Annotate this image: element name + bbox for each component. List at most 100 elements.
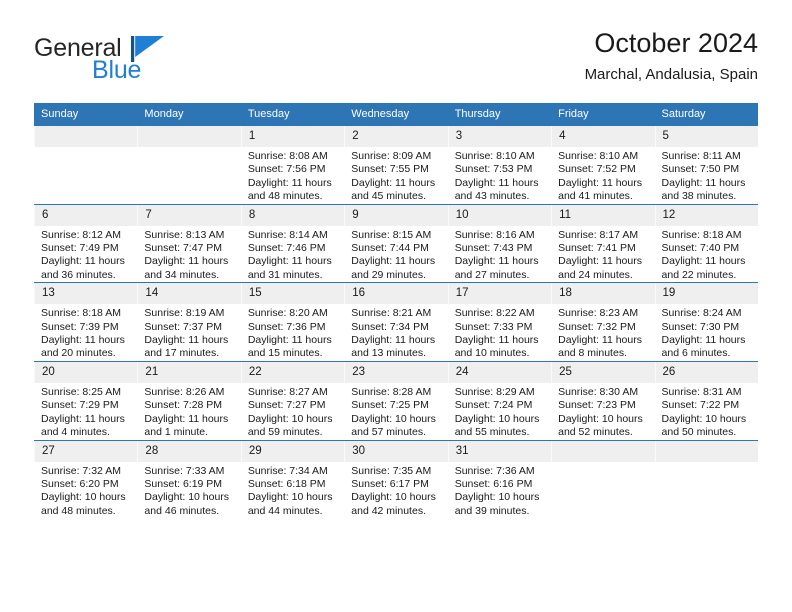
calendar-day-cell[interactable]: 26 Sunrise: 8:31 AM Sunset: 7:22 PM Dayligh…	[654, 360, 758, 440]
day-number: 27	[34, 440, 138, 462]
calendar-day-cell[interactable]: 12 Sunrise: 8:18 AM Sunset: 7:40 PM Dayligh…	[654, 203, 758, 283]
calendar-day-cell-empty	[654, 439, 758, 519]
day-details: Sunrise: 8:27 AM Sunset: 7:27 PM Daylight:…	[241, 383, 344, 440]
day-number: 31	[447, 440, 552, 462]
sunrise-text: Sunrise: 8:09 AM	[351, 150, 432, 162]
sunset-text: Sunset: 7:33 PM	[454, 320, 533, 333]
calendar-day-cell[interactable]: 19 Sunrise: 8:24 AM Sunset: 7:30 PM Dayligh…	[654, 282, 758, 362]
brand-logo[interactable]: General Blue	[34, 34, 264, 90]
calendar-day-cell[interactable]: 23 Sunrise: 8:28 AM Sunset: 7:25 PM Dayligh…	[344, 360, 448, 440]
day-details: Sunrise: 8:25 AM Sunset: 7:29 PM Daylight:…	[34, 383, 137, 440]
sunset-text: Sunset: 7:28 PM	[144, 399, 223, 412]
sunrise-text: Sunrise: 8:18 AM	[41, 307, 121, 320]
calendar-day-cell[interactable]: 25 Sunrise: 8:30 AM Sunset: 7:23 PM Dayligh…	[551, 360, 655, 440]
day-number: 18	[551, 283, 655, 305]
calendar-day-cell[interactable]: 2 Sunrise: 8:09 AM Sunset: 7:55 PM Daylight…	[344, 126, 448, 205]
day-details: Sunrise: 8:30 AM Sunset: 7:23 PM Daylight:…	[551, 383, 654, 440]
sunrise-text: Sunrise: 8:11 AM	[661, 150, 741, 162]
day-details: Sunrise: 8:18 AM Sunset: 7:39 PM Daylight:…	[34, 304, 137, 361]
calendar-day-cell[interactable]: 21 Sunrise: 8:26 AM Sunset: 7:28 PM Dayligh…	[137, 360, 241, 440]
calendar-day-cell[interactable]: 18 Sunrise: 8:23 AM Sunset: 7:32 PM Dayligh…	[551, 282, 655, 362]
day-number: 7	[137, 204, 241, 226]
daylight-text: Daylight: 11 hours and 22 minutes.	[661, 255, 746, 281]
calendar-day-cell[interactable]: 20 Sunrise: 8:25 AM Sunset: 7:29 PM Dayligh…	[34, 360, 138, 440]
sunrise-text: Sunrise: 8:08 AM	[247, 150, 328, 162]
calendar-week-row: 20 Sunrise: 8:25 AM Sunset: 7:29 PM Dayligh…	[34, 360, 758, 440]
daylight-text: Daylight: 11 hours and 34 minutes.	[144, 255, 229, 281]
daylight-text: Daylight: 11 hours and 29 minutes.	[351, 255, 436, 281]
daylight-text: Daylight: 10 hours and 59 minutes.	[247, 412, 333, 439]
calendar-day-cell[interactable]: 30 Sunrise: 7:35 AM Sunset: 6:17 PM Dayligh…	[344, 439, 448, 519]
sunset-text: Sunset: 7:44 PM	[351, 242, 429, 255]
sunrise-text: Sunrise: 8:29 AM	[454, 385, 535, 398]
day-details: Sunrise: 8:11 AM Sunset: 7:50 PM Daylight:…	[655, 147, 758, 204]
calendar-day-cell[interactable]: 8 Sunrise: 8:14 AM Sunset: 7:46 PM Daylight…	[240, 203, 345, 283]
sunset-text: Sunset: 7:56 PM	[247, 163, 326, 176]
sunrise-text: Sunrise: 8:27 AM	[247, 385, 328, 398]
day-details: Sunrise: 8:14 AM Sunset: 7:46 PM Daylight:…	[241, 226, 344, 283]
sunset-text: Sunset: 7:36 PM	[247, 320, 326, 333]
sunset-text: Sunset: 7:27 PM	[247, 399, 326, 412]
day-details: Sunrise: 8:12 AM Sunset: 7:49 PM Daylight:…	[34, 226, 137, 283]
day-details: Sunrise: 8:24 AM Sunset: 7:30 PM Daylight:…	[655, 304, 758, 361]
sunset-text: Sunset: 7:43 PM	[454, 242, 533, 255]
calendar-day-cell[interactable]: 16 Sunrise: 8:21 AM Sunset: 7:34 PM Dayligh…	[344, 282, 448, 362]
sunset-text: Sunset: 7:53 PM	[454, 163, 533, 176]
sunrise-text: Sunrise: 8:22 AM	[454, 307, 535, 320]
daylight-text: Daylight: 10 hours and 42 minutes.	[351, 491, 436, 517]
daylight-text: Daylight: 11 hours and 17 minutes.	[144, 334, 229, 360]
calendar-day-cell[interactable]: 5 Sunrise: 8:11 AM Sunset: 7:50 PM Daylight…	[654, 126, 758, 205]
calendar-day-cell[interactable]: 7 Sunrise: 8:13 AM Sunset: 7:47 PM Daylight…	[137, 203, 241, 283]
sunrise-text: Sunrise: 7:32 AM	[41, 464, 121, 477]
sunrise-text: Sunrise: 8:24 AM	[661, 307, 742, 320]
daylight-text: Daylight: 10 hours and 46 minutes.	[144, 491, 230, 517]
calendar-day-cell[interactable]: 29 Sunrise: 7:34 AM Sunset: 6:18 PM Dayligh…	[240, 439, 345, 519]
calendar-day-cell[interactable]: 15 Sunrise: 8:20 AM Sunset: 7:36 PM Dayligh…	[240, 282, 345, 362]
calendar-day-cell[interactable]: 3 Sunrise: 8:10 AM Sunset: 7:53 PM Daylight…	[447, 126, 552, 205]
daylight-text: Daylight: 10 hours and 52 minutes.	[558, 412, 643, 439]
calendar-day-cell[interactable]: 22 Sunrise: 8:27 AM Sunset: 7:27 PM Dayligh…	[240, 360, 345, 440]
day-details: Sunrise: 8:16 AM Sunset: 7:43 PM Daylight:…	[448, 226, 551, 283]
day-details: Sunrise: 8:17 AM Sunset: 7:41 PM Daylight:…	[551, 226, 654, 283]
page-header: General Blue October 2024 Marchal, Andal…	[34, 26, 758, 98]
sunset-text: Sunset: 7:22 PM	[661, 399, 740, 412]
day-number: 25	[551, 361, 655, 383]
calendar-day-cell[interactable]: 27 Sunrise: 7:32 AM Sunset: 6:20 PM Dayligh…	[34, 439, 138, 519]
calendar-day-cell[interactable]: 6 Sunrise: 8:12 AM Sunset: 7:49 PM Daylight…	[34, 203, 138, 283]
sunrise-text: Sunrise: 8:13 AM	[144, 228, 225, 241]
calendar-day-cell[interactable]: 11 Sunrise: 8:17 AM Sunset: 7:41 PM Dayligh…	[551, 203, 655, 283]
weekday-header-saturday: Saturday	[654, 103, 758, 126]
day-details: Sunrise: 8:10 AM Sunset: 7:52 PM Daylight:…	[551, 147, 654, 204]
calendar-day-cell[interactable]: 31 Sunrise: 7:36 AM Sunset: 6:16 PM Dayligh…	[447, 439, 552, 519]
calendar-day-cell[interactable]: 24 Sunrise: 8:29 AM Sunset: 7:24 PM Dayligh…	[447, 360, 552, 440]
calendar-day-cell[interactable]: 13 Sunrise: 8:18 AM Sunset: 7:39 PM Dayligh…	[34, 282, 138, 362]
sunrise-text: Sunrise: 8:14 AM	[247, 228, 328, 241]
calendar-day-cell[interactable]: 9 Sunrise: 8:15 AM Sunset: 7:44 PM Daylight…	[344, 203, 448, 283]
sunset-text: Sunset: 7:37 PM	[144, 320, 223, 333]
calendar-day-cell[interactable]: 14 Sunrise: 8:19 AM Sunset: 7:37 PM Dayligh…	[137, 282, 241, 362]
day-number: 1	[240, 126, 345, 147]
sunrise-sunset-calendar: Sunday Monday Tuesday Wednesday Thursday…	[34, 103, 758, 519]
daylight-text: Daylight: 11 hours and 4 minutes.	[41, 412, 125, 439]
daylight-text: Daylight: 10 hours and 57 minutes.	[351, 412, 436, 439]
day-number: 4	[551, 126, 655, 147]
daylight-text: Daylight: 11 hours and 43 minutes.	[454, 176, 539, 203]
calendar-day-cell[interactable]: 1 Sunrise: 8:08 AM Sunset: 7:56 PM Daylight…	[240, 126, 345, 205]
day-number: 9	[344, 204, 448, 226]
calendar-day-cell[interactable]: 28 Sunrise: 7:33 AM Sunset: 6:19 PM Dayligh…	[137, 439, 241, 519]
sunset-text: Sunset: 7:52 PM	[558, 163, 636, 176]
sunrise-text: Sunrise: 8:19 AM	[144, 307, 225, 320]
day-number: 19	[654, 283, 758, 305]
sunset-text: Sunset: 7:41 PM	[558, 242, 636, 255]
sunset-text: Sunset: 7:34 PM	[351, 320, 429, 333]
weekday-header-wednesday: Wednesday	[344, 103, 448, 126]
day-details: Sunrise: 7:32 AM Sunset: 6:20 PM Daylight:…	[34, 462, 137, 519]
calendar-day-cell[interactable]: 10 Sunrise: 8:16 AM Sunset: 7:43 PM Dayligh…	[447, 203, 552, 283]
day-number: 26	[654, 361, 758, 383]
day-details: Sunrise: 8:19 AM Sunset: 7:37 PM Daylight:…	[137, 304, 240, 361]
day-details: Sunrise: 8:13 AM Sunset: 7:47 PM Daylight:…	[137, 226, 240, 283]
calendar-day-cell[interactable]: 17 Sunrise: 8:22 AM Sunset: 7:33 PM Dayligh…	[447, 282, 552, 362]
day-details: Sunrise: 7:35 AM Sunset: 6:17 PM Daylight:…	[344, 462, 447, 519]
calendar-day-cell[interactable]: 4 Sunrise: 8:10 AM Sunset: 7:52 PM Daylight…	[551, 126, 655, 205]
weekday-header-thursday: Thursday	[447, 103, 552, 126]
